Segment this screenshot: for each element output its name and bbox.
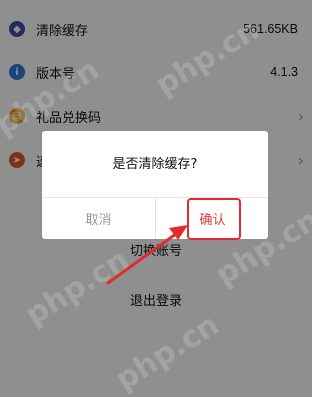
- pointer-arrow-icon: [106, 225, 188, 285]
